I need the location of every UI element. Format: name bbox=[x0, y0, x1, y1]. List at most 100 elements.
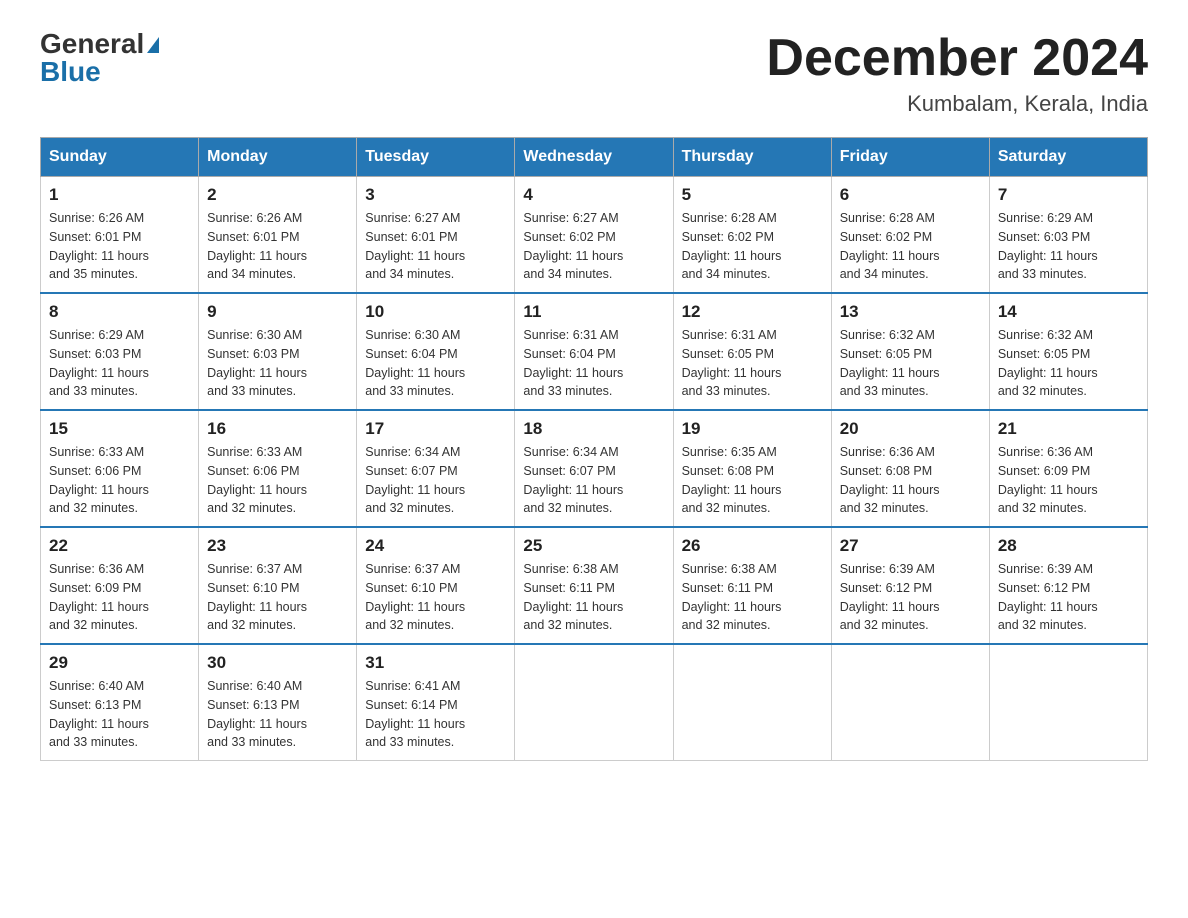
day-info: Sunrise: 6:34 AMSunset: 6:07 PMDaylight:… bbox=[365, 443, 506, 518]
day-number: 20 bbox=[840, 419, 981, 439]
day-info: Sunrise: 6:26 AMSunset: 6:01 PMDaylight:… bbox=[207, 209, 348, 284]
day-number: 3 bbox=[365, 185, 506, 205]
calendar-cell: 15 Sunrise: 6:33 AMSunset: 6:06 PMDayligh… bbox=[41, 410, 199, 527]
calendar-cell: 20 Sunrise: 6:36 AMSunset: 6:08 PMDayligh… bbox=[831, 410, 989, 527]
day-number: 16 bbox=[207, 419, 348, 439]
week-row-5: 29 Sunrise: 6:40 AMSunset: 6:13 PMDayligh… bbox=[41, 644, 1148, 761]
day-info: Sunrise: 6:36 AMSunset: 6:09 PMDaylight:… bbox=[998, 443, 1139, 518]
calendar-cell: 24 Sunrise: 6:37 AMSunset: 6:10 PMDayligh… bbox=[357, 527, 515, 644]
day-info: Sunrise: 6:37 AMSunset: 6:10 PMDaylight:… bbox=[207, 560, 348, 635]
calendar-cell: 16 Sunrise: 6:33 AMSunset: 6:06 PMDayligh… bbox=[199, 410, 357, 527]
header-friday: Friday bbox=[831, 138, 989, 177]
calendar-cell: 17 Sunrise: 6:34 AMSunset: 6:07 PMDayligh… bbox=[357, 410, 515, 527]
day-number: 2 bbox=[207, 185, 348, 205]
header-wednesday: Wednesday bbox=[515, 138, 673, 177]
logo-general-text: General bbox=[40, 30, 159, 58]
day-number: 4 bbox=[523, 185, 664, 205]
day-number: 24 bbox=[365, 536, 506, 556]
calendar-cell: 8 Sunrise: 6:29 AMSunset: 6:03 PMDaylight… bbox=[41, 293, 199, 410]
header-monday: Monday bbox=[199, 138, 357, 177]
day-info: Sunrise: 6:41 AMSunset: 6:14 PMDaylight:… bbox=[365, 677, 506, 752]
calendar-cell: 21 Sunrise: 6:36 AMSunset: 6:09 PMDayligh… bbox=[989, 410, 1147, 527]
week-row-4: 22 Sunrise: 6:36 AMSunset: 6:09 PMDayligh… bbox=[41, 527, 1148, 644]
day-number: 29 bbox=[49, 653, 190, 673]
day-info: Sunrise: 6:29 AMSunset: 6:03 PMDaylight:… bbox=[998, 209, 1139, 284]
header-sunday: Sunday bbox=[41, 138, 199, 177]
calendar-cell: 3 Sunrise: 6:27 AMSunset: 6:01 PMDaylight… bbox=[357, 177, 515, 294]
calendar-cell: 29 Sunrise: 6:40 AMSunset: 6:13 PMDayligh… bbox=[41, 644, 199, 761]
day-info: Sunrise: 6:33 AMSunset: 6:06 PMDaylight:… bbox=[207, 443, 348, 518]
calendar-cell: 28 Sunrise: 6:39 AMSunset: 6:12 PMDayligh… bbox=[989, 527, 1147, 644]
day-info: Sunrise: 6:31 AMSunset: 6:04 PMDaylight:… bbox=[523, 326, 664, 401]
day-number: 17 bbox=[365, 419, 506, 439]
calendar-cell: 7 Sunrise: 6:29 AMSunset: 6:03 PMDaylight… bbox=[989, 177, 1147, 294]
day-number: 10 bbox=[365, 302, 506, 322]
day-number: 28 bbox=[998, 536, 1139, 556]
day-info: Sunrise: 6:38 AMSunset: 6:11 PMDaylight:… bbox=[523, 560, 664, 635]
day-number: 26 bbox=[682, 536, 823, 556]
day-number: 21 bbox=[998, 419, 1139, 439]
day-info: Sunrise: 6:28 AMSunset: 6:02 PMDaylight:… bbox=[682, 209, 823, 284]
day-info: Sunrise: 6:39 AMSunset: 6:12 PMDaylight:… bbox=[998, 560, 1139, 635]
day-number: 11 bbox=[523, 302, 664, 322]
day-number: 5 bbox=[682, 185, 823, 205]
calendar-cell: 26 Sunrise: 6:38 AMSunset: 6:11 PMDayligh… bbox=[673, 527, 831, 644]
calendar-cell: 22 Sunrise: 6:36 AMSunset: 6:09 PMDayligh… bbox=[41, 527, 199, 644]
day-number: 25 bbox=[523, 536, 664, 556]
week-row-3: 15 Sunrise: 6:33 AMSunset: 6:06 PMDayligh… bbox=[41, 410, 1148, 527]
calendar-cell: 1 Sunrise: 6:26 AMSunset: 6:01 PMDaylight… bbox=[41, 177, 199, 294]
day-info: Sunrise: 6:30 AMSunset: 6:03 PMDaylight:… bbox=[207, 326, 348, 401]
week-row-2: 8 Sunrise: 6:29 AMSunset: 6:03 PMDaylight… bbox=[41, 293, 1148, 410]
day-number: 6 bbox=[840, 185, 981, 205]
calendar-cell: 11 Sunrise: 6:31 AMSunset: 6:04 PMDayligh… bbox=[515, 293, 673, 410]
day-number: 22 bbox=[49, 536, 190, 556]
header-saturday: Saturday bbox=[989, 138, 1147, 177]
day-info: Sunrise: 6:36 AMSunset: 6:08 PMDaylight:… bbox=[840, 443, 981, 518]
day-info: Sunrise: 6:27 AMSunset: 6:01 PMDaylight:… bbox=[365, 209, 506, 284]
day-info: Sunrise: 6:36 AMSunset: 6:09 PMDaylight:… bbox=[49, 560, 190, 635]
day-info: Sunrise: 6:32 AMSunset: 6:05 PMDaylight:… bbox=[998, 326, 1139, 401]
calendar-cell bbox=[515, 644, 673, 761]
day-number: 30 bbox=[207, 653, 348, 673]
calendar-cell bbox=[831, 644, 989, 761]
calendar-cell bbox=[989, 644, 1147, 761]
calendar-cell: 2 Sunrise: 6:26 AMSunset: 6:01 PMDaylight… bbox=[199, 177, 357, 294]
day-info: Sunrise: 6:27 AMSunset: 6:02 PMDaylight:… bbox=[523, 209, 664, 284]
calendar-cell: 25 Sunrise: 6:38 AMSunset: 6:11 PMDayligh… bbox=[515, 527, 673, 644]
month-title: December 2024 bbox=[766, 30, 1148, 87]
calendar-cell: 23 Sunrise: 6:37 AMSunset: 6:10 PMDayligh… bbox=[199, 527, 357, 644]
day-info: Sunrise: 6:31 AMSunset: 6:05 PMDaylight:… bbox=[682, 326, 823, 401]
day-number: 31 bbox=[365, 653, 506, 673]
day-info: Sunrise: 6:33 AMSunset: 6:06 PMDaylight:… bbox=[49, 443, 190, 518]
header-thursday: Thursday bbox=[673, 138, 831, 177]
day-number: 18 bbox=[523, 419, 664, 439]
logo: General Blue bbox=[40, 30, 159, 86]
calendar-cell: 30 Sunrise: 6:40 AMSunset: 6:13 PMDayligh… bbox=[199, 644, 357, 761]
logo-triangle-icon bbox=[147, 37, 159, 53]
day-info: Sunrise: 6:37 AMSunset: 6:10 PMDaylight:… bbox=[365, 560, 506, 635]
day-number: 27 bbox=[840, 536, 981, 556]
calendar-cell: 19Sunrise: 6:35 AMSunset: 6:08 PMDayligh… bbox=[673, 410, 831, 527]
day-number: 8 bbox=[49, 302, 190, 322]
day-number: 1 bbox=[49, 185, 190, 205]
day-number: 15 bbox=[49, 419, 190, 439]
calendar-cell bbox=[673, 644, 831, 761]
day-number: 14 bbox=[998, 302, 1139, 322]
calendar-cell: 4 Sunrise: 6:27 AMSunset: 6:02 PMDaylight… bbox=[515, 177, 673, 294]
day-info: Sunrise: 6:29 AMSunset: 6:03 PMDaylight:… bbox=[49, 326, 190, 401]
calendar-cell: 5 Sunrise: 6:28 AMSunset: 6:02 PMDaylight… bbox=[673, 177, 831, 294]
day-number: 12 bbox=[682, 302, 823, 322]
day-info: Sunrise: 6:39 AMSunset: 6:12 PMDaylight:… bbox=[840, 560, 981, 635]
calendar-cell: 9Sunrise: 6:30 AMSunset: 6:03 PMDaylight… bbox=[199, 293, 357, 410]
calendar-table: SundayMondayTuesdayWednesdayThursdayFrid… bbox=[40, 137, 1148, 761]
day-info: Sunrise: 6:38 AMSunset: 6:11 PMDaylight:… bbox=[682, 560, 823, 635]
day-number: 7 bbox=[998, 185, 1139, 205]
logo-blue-text: Blue bbox=[40, 58, 101, 86]
calendar-cell: 27 Sunrise: 6:39 AMSunset: 6:12 PMDayligh… bbox=[831, 527, 989, 644]
day-info: Sunrise: 6:26 AMSunset: 6:01 PMDaylight:… bbox=[49, 209, 190, 284]
day-info: Sunrise: 6:40 AMSunset: 6:13 PMDaylight:… bbox=[49, 677, 190, 752]
day-info: Sunrise: 6:35 AMSunset: 6:08 PMDaylight:… bbox=[682, 443, 823, 518]
day-number: 23 bbox=[207, 536, 348, 556]
day-info: Sunrise: 6:40 AMSunset: 6:13 PMDaylight:… bbox=[207, 677, 348, 752]
calendar-header-row: SundayMondayTuesdayWednesdayThursdayFrid… bbox=[41, 138, 1148, 177]
